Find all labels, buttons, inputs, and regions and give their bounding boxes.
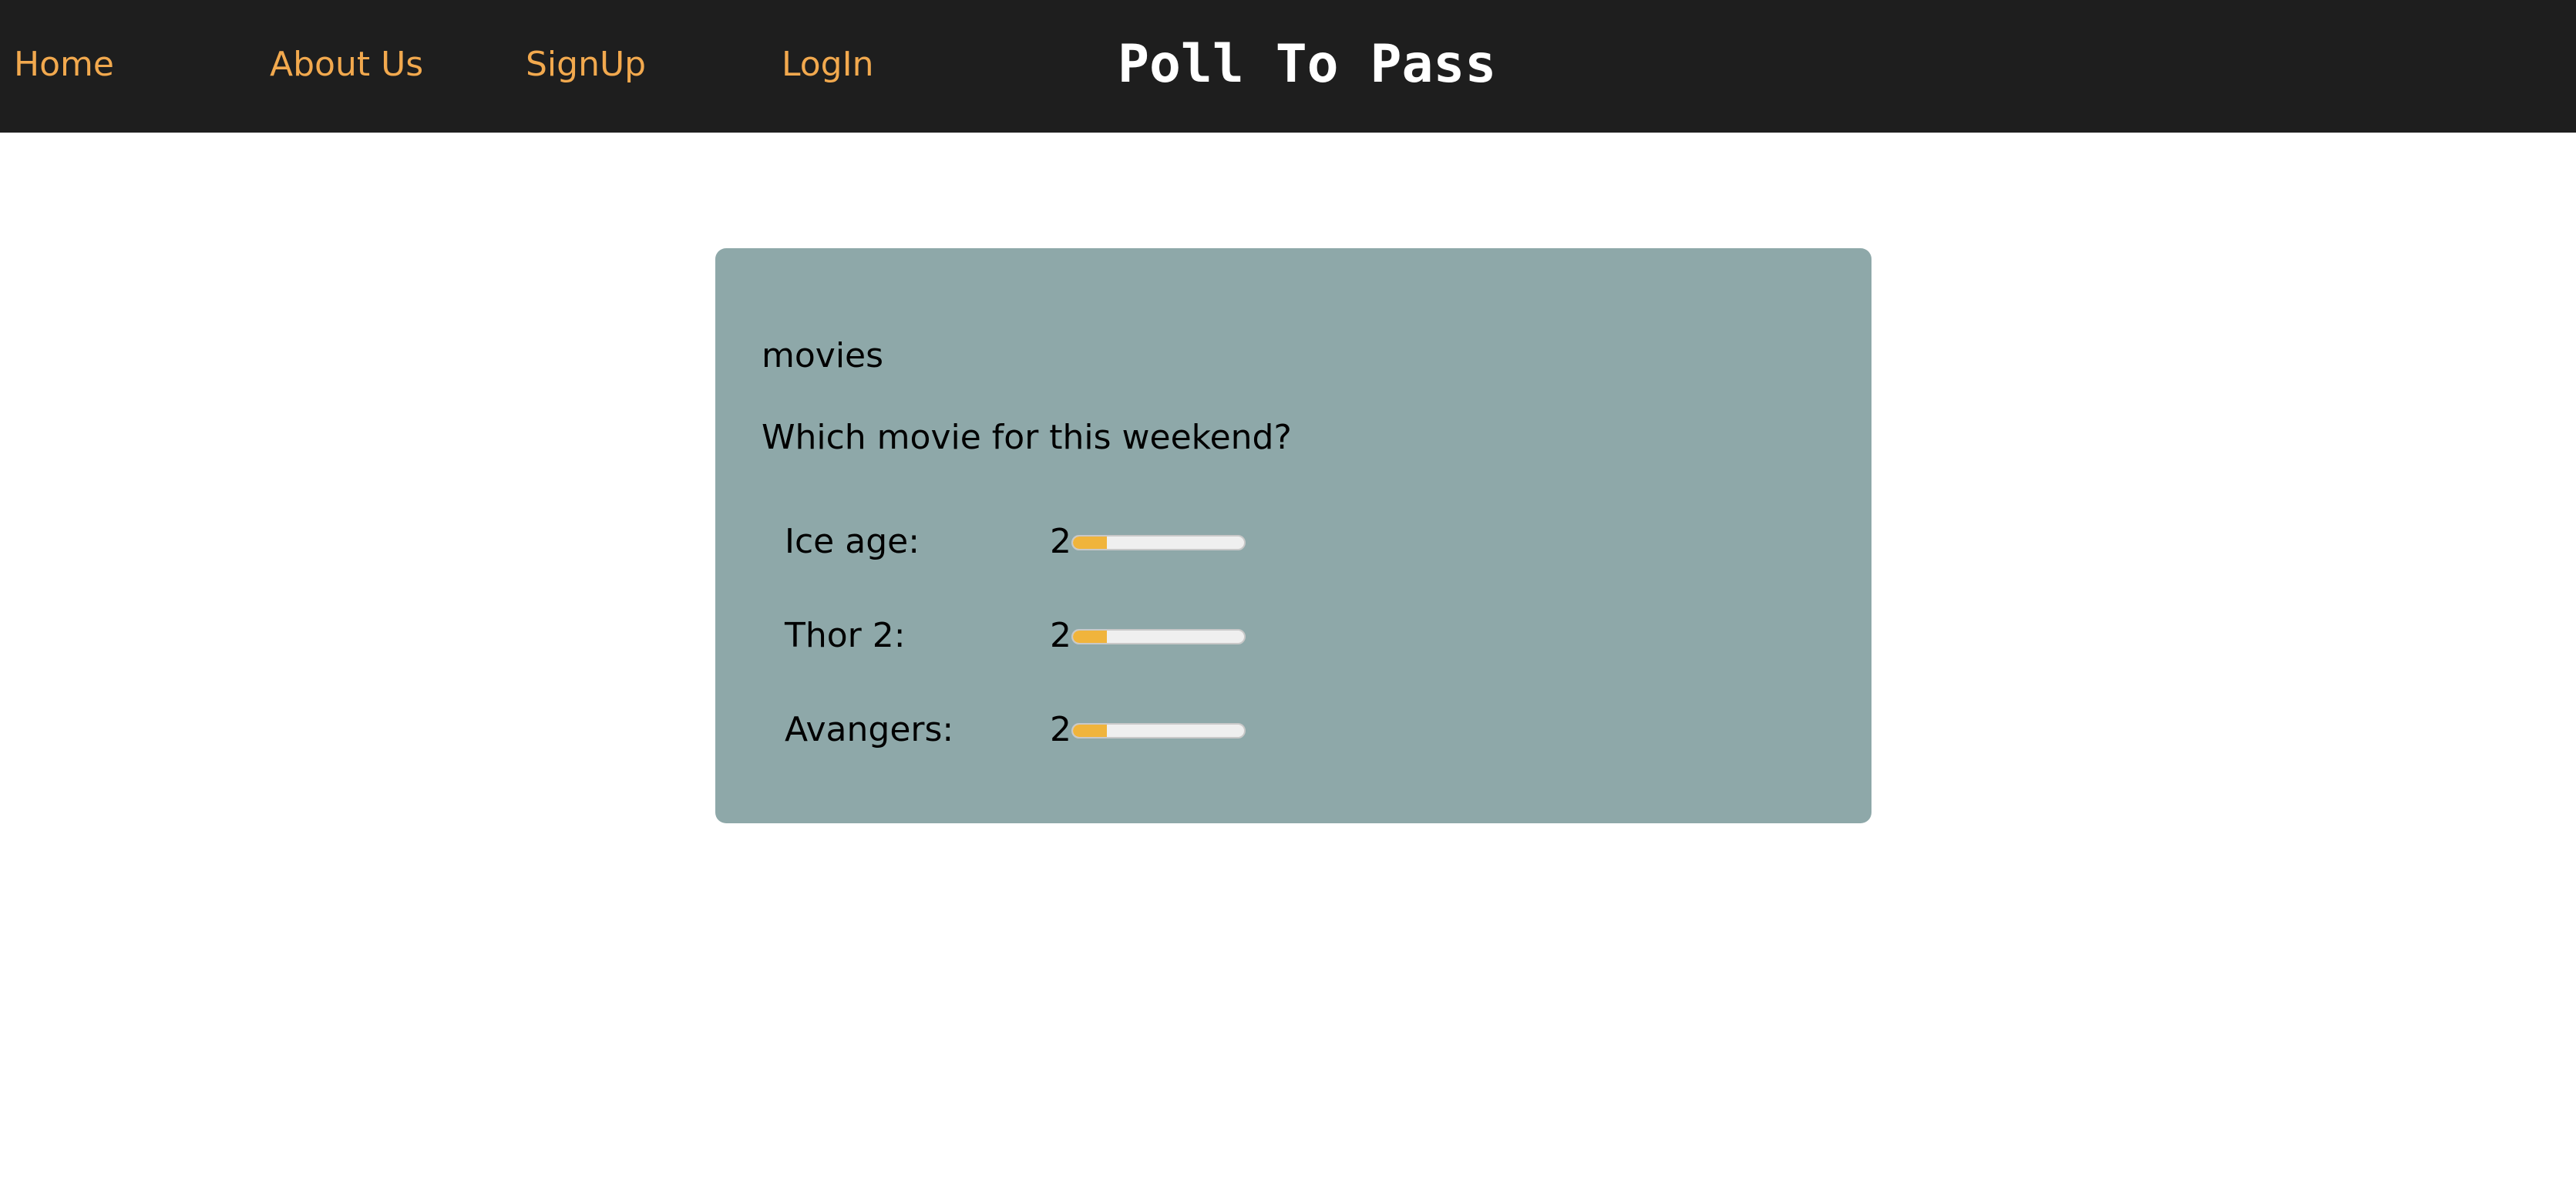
poll-option-progress-bar	[1071, 629, 1246, 644]
poll-option-progress-fill	[1073, 725, 1108, 737]
nav-link-signup[interactable]: SignUp	[526, 42, 646, 88]
poll-question: Which movie for this weekend?	[762, 418, 1292, 457]
site-title: Poll To Pass	[1118, 34, 1497, 95]
poll-option-progress-bar	[1071, 535, 1246, 550]
poll-option-avangers: Avangers: 2	[785, 703, 1401, 757]
poll-option-vote-count: 2	[1050, 522, 1071, 561]
poll-option-label: Avangers:	[785, 710, 954, 749]
poll-option-vote-count: 2	[1050, 616, 1071, 655]
poll-option-progress-fill	[1073, 631, 1108, 643]
poll-option-progress-fill	[1073, 537, 1108, 549]
nav-link-home[interactable]: Home	[14, 42, 114, 88]
poll-card: movies Which movie for this weekend? Ice…	[715, 248, 1871, 823]
poll-option-ice-age: Ice age: 2	[785, 515, 1401, 569]
nav-link-about-us[interactable]: About Us	[270, 42, 423, 88]
poll-option-label: Ice age:	[785, 522, 920, 561]
nav-link-login[interactable]: LogIn	[782, 42, 873, 88]
navbar: Home About Us SignUp LogIn Poll To Pass	[0, 0, 2576, 133]
poll-option-vote-count: 2	[1050, 710, 1071, 749]
poll-option-label: Thor 2:	[785, 616, 906, 655]
poll-option-progress-bar	[1071, 723, 1246, 738]
poll-category: movies	[762, 336, 884, 375]
poll-option-thor-2: Thor 2: 2	[785, 609, 1401, 663]
